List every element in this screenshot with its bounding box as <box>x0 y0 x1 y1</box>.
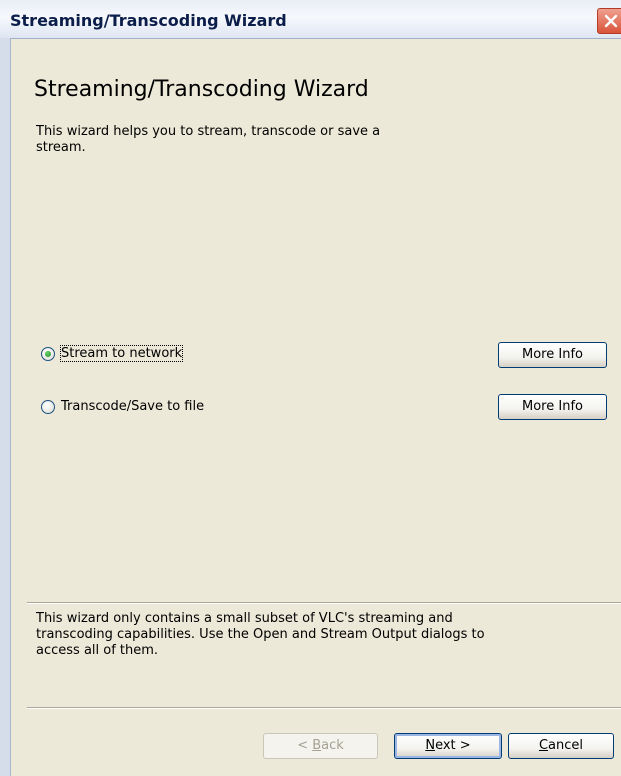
close-button[interactable] <box>597 8 621 34</box>
more-info-network-button[interactable]: More Info <box>498 342 607 368</box>
option-transcode-save[interactable]: Transcode/Save to file <box>41 399 204 414</box>
page-title: Streaming/Transcoding Wizard <box>34 77 369 102</box>
wizard-content: Streaming/Transcoding Wizard This wizard… <box>11 39 621 776</box>
stream-to-network-radio[interactable] <box>41 346 55 361</box>
more-info-transcode-button[interactable]: More Info <box>498 394 607 420</box>
info-note: This wizard only contains a small subset… <box>36 611 485 658</box>
transcode-save-radio[interactable] <box>41 399 55 414</box>
stream-to-network-label[interactable]: Stream to network <box>59 345 184 362</box>
window-border <box>0 38 11 776</box>
separator-bottom <box>27 707 621 709</box>
wizard-window: Streaming/Transcoding Wizard Streaming/T… <box>0 0 621 776</box>
close-icon <box>604 14 618 28</box>
transcode-save-label[interactable]: Transcode/Save to file <box>61 399 204 414</box>
back-button[interactable]: < Back <box>263 733 378 759</box>
window-title: Streaming/Transcoding Wizard <box>10 11 287 30</box>
separator-top <box>27 602 621 604</box>
next-button[interactable]: Next > <box>394 733 502 759</box>
wizard-description: This wizard helps you to stream, transco… <box>36 124 381 155</box>
title-bar[interactable]: Streaming/Transcoding Wizard <box>0 0 621 39</box>
option-stream-to-network[interactable]: Stream to network <box>41 345 184 362</box>
cancel-button[interactable]: Cancel <box>508 733 614 759</box>
